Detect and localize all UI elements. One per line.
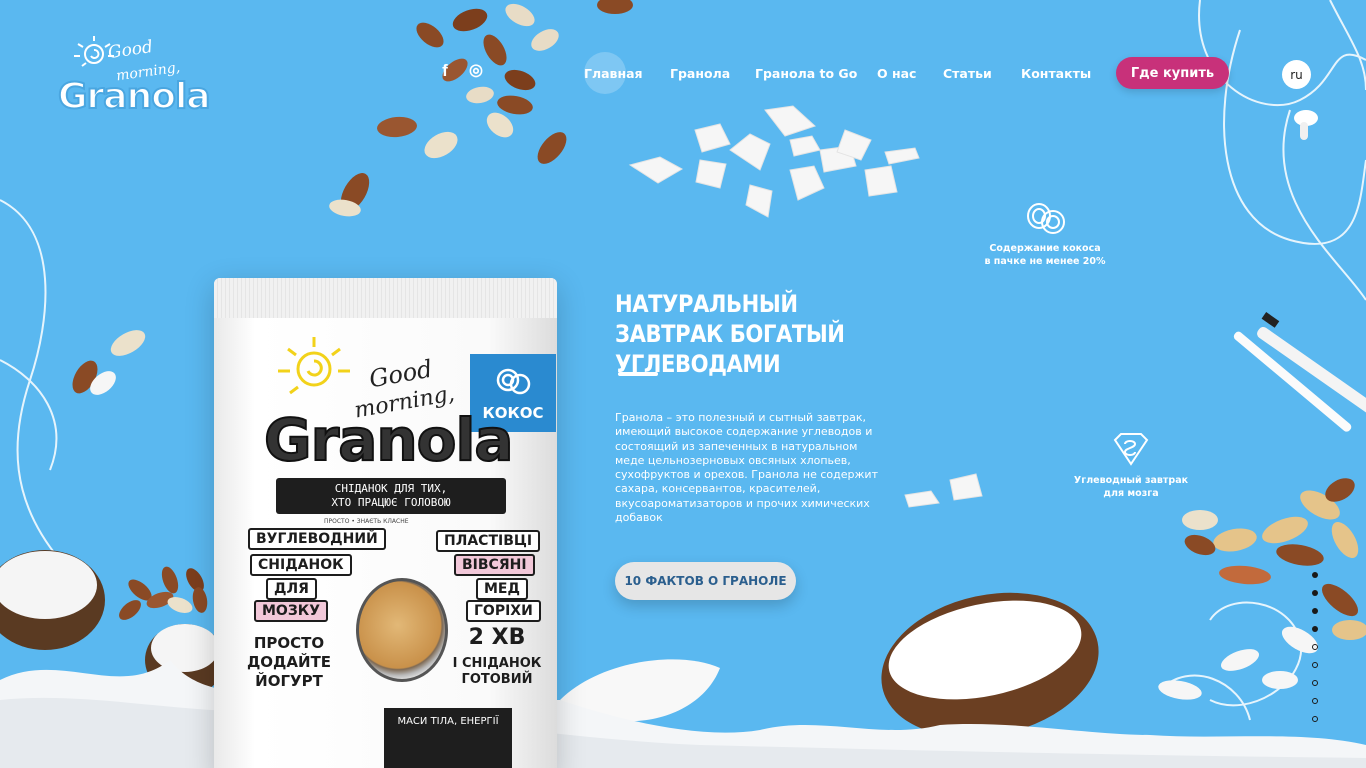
feature-coconut-line1: Содержание кокоса bbox=[989, 243, 1101, 254]
package-bottom-band: МАСИ ТІЛА, ЕНЕРГІЇ bbox=[384, 708, 512, 768]
package-label-right-3: МЕД bbox=[476, 578, 528, 600]
feature-coconut-line2: в пачке не менее 20% bbox=[984, 256, 1106, 267]
package-bowl-illustration bbox=[356, 578, 448, 682]
logo-granola: Granola bbox=[57, 75, 212, 118]
package-left-text: ПРОСТО ДОДАЙТЕ ЙОГУРТ bbox=[246, 634, 332, 690]
page: Good morning, Granola f ◎ Главная Гранол… bbox=[0, 0, 1366, 768]
brain-diamond-icon bbox=[1113, 433, 1149, 466]
pager-dot-4[interactable] bbox=[1312, 626, 1318, 632]
feature-brain-line2: для мозга bbox=[1103, 488, 1159, 499]
package-right-number: 2 ХВ bbox=[468, 625, 526, 650]
package-banner-line1: СНІДАНОК ДЛЯ ТИХ, bbox=[334, 482, 448, 495]
feature-coconut: Содержание кокоса в пачке не менее 20% bbox=[978, 200, 1112, 268]
product-package: КОКОС Good morning, Granola СНІДАНОК ДЛЯ… bbox=[214, 278, 557, 768]
package-label-left-4: МОЗКУ bbox=[254, 600, 329, 622]
brand-logo[interactable]: Good morning, Granola bbox=[57, 34, 218, 124]
pager-dot-8[interactable] bbox=[1312, 698, 1318, 704]
coconut-icon bbox=[1027, 203, 1065, 234]
package-label-right-4: ГОРІХИ bbox=[466, 600, 541, 622]
nav-item-contacts[interactable]: Контакты bbox=[1021, 66, 1091, 81]
ten-facts-button[interactable]: 10 ФАКТОВ О ГРАНОЛЕ bbox=[615, 562, 796, 600]
pager-dot-7[interactable] bbox=[1312, 680, 1318, 686]
package-label-left-3: ДЛЯ bbox=[266, 578, 317, 600]
package-banner: СНІДАНОК ДЛЯ ТИХ, ХТО ПРАЦЮЄ ГОЛОВОЮ bbox=[276, 478, 506, 514]
pager-dot-2[interactable] bbox=[1312, 590, 1318, 596]
nav-item-about[interactable]: О нас bbox=[877, 66, 916, 81]
pager-dot-6[interactable] bbox=[1312, 662, 1318, 668]
where-to-buy-button[interactable]: Где купить bbox=[1116, 57, 1229, 89]
nav-item-articles[interactable]: Статьи bbox=[943, 66, 992, 81]
slide-pager bbox=[1312, 572, 1322, 734]
package-sun-icon bbox=[278, 337, 350, 395]
hero-description: Гранола – это полезный и сытный завтрак,… bbox=[615, 411, 878, 525]
facebook-icon[interactable]: f bbox=[436, 62, 454, 80]
pager-dot-5[interactable] bbox=[1312, 644, 1318, 650]
package-label-left-1: ВУГЛЕВОДНИЙ bbox=[248, 528, 386, 550]
feature-brain-line1: Углеводный завтрак bbox=[1073, 475, 1189, 486]
feature-brain: Углеводный завтрак для мозга bbox=[1066, 432, 1196, 500]
nav-item-granola-to-go[interactable]: Гранола to Go bbox=[755, 66, 857, 81]
hero-divider bbox=[618, 372, 658, 376]
package-banner-line2: ХТО ПРАЦЮЄ ГОЛОВОЮ bbox=[331, 496, 451, 509]
package-coconut-icon bbox=[496, 368, 531, 395]
nav-item-granola[interactable]: Гранола bbox=[670, 66, 730, 81]
package-label-right-1: ПЛАСТІВЦІ bbox=[436, 530, 541, 552]
nav-item-home[interactable]: Главная bbox=[584, 66, 643, 81]
package-subline: ПРОСТО • ЗНАЄТЬ КЛАСНЕ bbox=[324, 518, 409, 525]
package-right-text: І СНІДАНОК ГОТОВИЙ bbox=[452, 656, 542, 687]
pager-dot-1[interactable] bbox=[1312, 572, 1318, 578]
package-label-left-2: СНІДАНОК bbox=[250, 554, 352, 576]
package-seal bbox=[214, 278, 557, 318]
pager-dot-9[interactable] bbox=[1312, 716, 1318, 722]
pager-dot-3[interactable] bbox=[1312, 608, 1318, 614]
package-label-right-2: ВІВСЯНІ bbox=[454, 554, 535, 576]
language-switcher[interactable]: ru bbox=[1282, 60, 1311, 89]
hero-title: НАТУРАЛЬНЫЙ ЗАВТРАК БОГАТЫЙ УГЛЕВОДАМИ bbox=[615, 290, 845, 378]
package-brand: Granola bbox=[263, 405, 515, 475]
instagram-icon[interactable]: ◎ bbox=[467, 62, 485, 80]
